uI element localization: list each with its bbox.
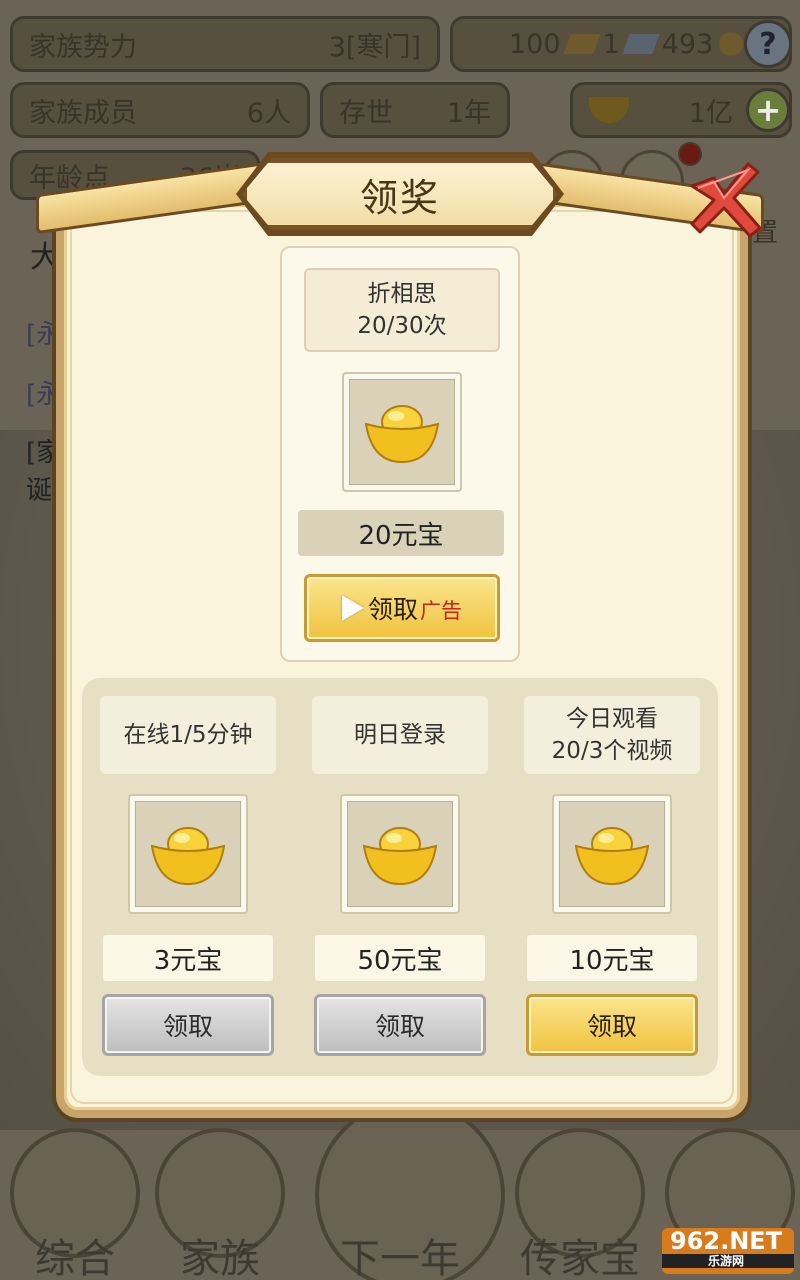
watermark-subtext: 乐游网 <box>662 1254 794 1268</box>
claim-label: 领取 <box>162 1012 213 1041</box>
nav-heirloom: 传家宝 <box>505 1110 655 1280</box>
nav-family: 家族 <box>145 1110 295 1280</box>
reward-task-label: 在线1/5分钟 <box>100 696 276 774</box>
resource-count-1: 100 <box>509 28 561 60</box>
nav-general-label: 综合 <box>35 1236 115 1280</box>
family-members-stat: 家族成员 6人 <box>10 82 310 138</box>
nav-general: 综合 <box>0 1110 150 1280</box>
reward-amount: 50元宝 <box>314 934 486 982</box>
dialog-title: 领奖 <box>359 175 440 220</box>
coin-icon <box>719 32 744 56</box>
gold-ingot-icon <box>362 827 438 886</box>
featured-item-frame <box>342 372 462 492</box>
claim-video-reward-button[interactable]: 领取 <box>526 994 698 1056</box>
reward-item-frame <box>128 794 248 914</box>
featured-reward-amount: 20元宝 <box>298 510 504 556</box>
watermark-text: 962.NET <box>670 1227 783 1255</box>
reward-task-progress: 20/3个视频 <box>551 738 673 764</box>
gold-ingot-icon <box>589 97 629 123</box>
nav-heirloom-label: 传家宝 <box>520 1236 640 1280</box>
add-gold-icon: + <box>746 88 790 132</box>
gold-ingot-icon <box>150 827 226 886</box>
family-power-label: 家族势力 <box>29 31 137 63</box>
resource-count-2: 1 <box>602 28 620 60</box>
featured-task-label: 折相思 20/30次 <box>304 268 500 352</box>
gold-ingot-icon <box>364 405 440 464</box>
play-icon <box>341 595 364 621</box>
featured-task-name: 折相思 <box>367 281 437 307</box>
log-fragment-5: 诞 <box>26 476 53 506</box>
reward-amount: 3元宝 <box>102 934 274 982</box>
gold-ingot-icon <box>574 827 650 886</box>
family-power-stat: 家族势力 3[寒门] <box>10 16 440 72</box>
survive-value: 1年 <box>446 97 491 129</box>
reward-task-name: 今日观看 <box>566 706 658 732</box>
reward-item-frame <box>340 794 460 914</box>
featured-task-progress: 20/30次 <box>357 313 447 339</box>
claim-label: 领取 <box>586 1012 637 1041</box>
gold-value: 1亿 <box>688 97 733 129</box>
reward-task-label: 今日观看 20/3个视频 <box>524 696 700 774</box>
nav-family-label: 家族 <box>180 1236 260 1280</box>
resources-stat: 100 1 493 <box>450 16 792 72</box>
claim-label: 领取 <box>374 1012 425 1041</box>
site-watermark: 962.NET 乐游网 <box>662 1228 794 1274</box>
claim-label: 领取 <box>367 595 418 624</box>
help-icon: ? <box>744 20 792 68</box>
reward-amount: 10元宝 <box>526 934 698 982</box>
claim-online-reward-button[interactable]: 领取 <box>102 994 274 1056</box>
nav-next-year-label: 下一年 <box>340 1236 460 1280</box>
members-label: 家族成员 <box>29 97 137 129</box>
close-button[interactable] <box>684 158 766 240</box>
ad-tag: 广告 <box>420 599 462 623</box>
members-value: 6人 <box>246 97 291 129</box>
reward-task-label: 明日登录 <box>312 696 488 774</box>
daily-rewards-panel: 在线1/5分钟 3元宝 领取 明日登录 50元宝 领取 今日观看 20/3个视频… <box>82 678 718 1076</box>
reward-task-name: 在线1/5分钟 <box>123 722 253 748</box>
reward-task-name: 明日登录 <box>354 722 446 748</box>
claim-login-reward-button[interactable]: 领取 <box>314 994 486 1056</box>
survive-label: 存世 <box>339 97 393 129</box>
dialog-title-banner: 领奖 <box>242 158 558 230</box>
featured-reward-card: 折相思 20/30次 20元宝 领取 广告 <box>280 246 520 662</box>
reward-item-frame <box>552 794 672 914</box>
close-icon <box>690 162 762 238</box>
resource-count-3: 493 <box>661 28 714 60</box>
gold-bar-icon <box>562 34 601 54</box>
family-power-value: 3[寒门] <box>328 31 421 63</box>
nav-next-year: 下一年 <box>315 1100 505 1280</box>
survive-years-stat: 存世 1年 <box>320 82 510 138</box>
claim-with-ad-button[interactable]: 领取 广告 <box>304 574 500 642</box>
silver-bar-icon <box>622 34 660 54</box>
